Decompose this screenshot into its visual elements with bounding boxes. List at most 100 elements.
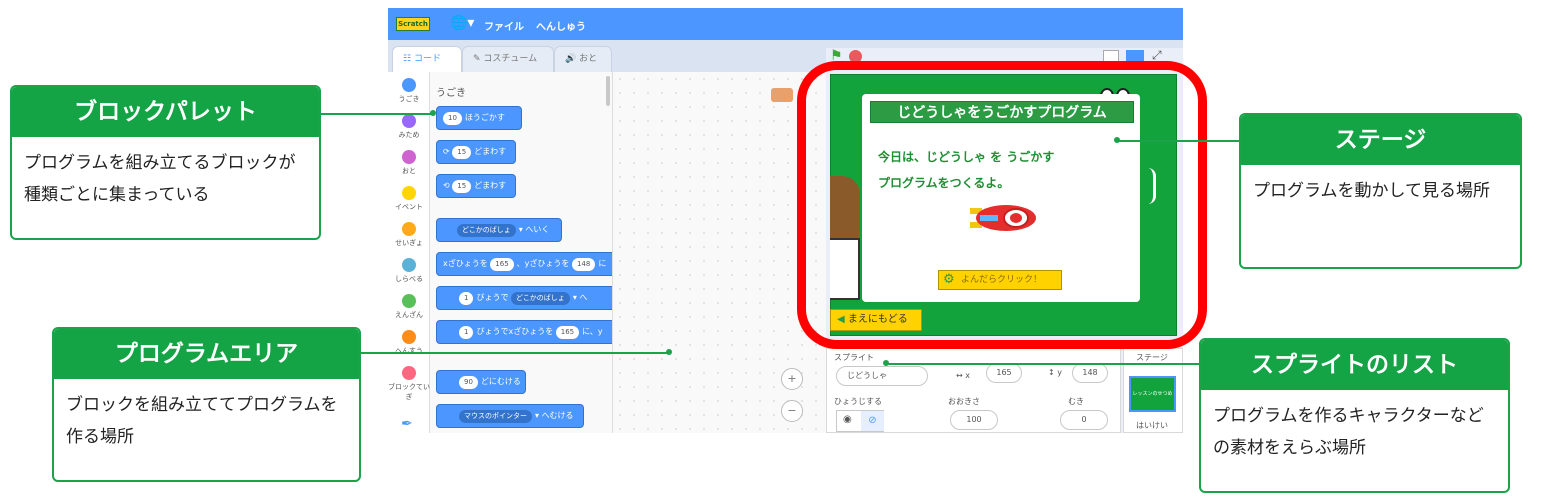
x-input[interactable]: 165: [986, 363, 1022, 383]
category-my-blocks[interactable]: ブロックていぎ: [388, 366, 430, 402]
block-dropdown[interactable]: どこかのばしょ: [457, 224, 516, 237]
sprite-preview-icon: [771, 88, 793, 102]
category-label: おと: [402, 167, 416, 175]
tab-sound[interactable]: 🔊 おと: [554, 46, 612, 72]
zoom-in-icon[interactable]: +: [781, 368, 803, 390]
leader-line-stage: [1118, 140, 1239, 142]
callout-line: プログラムを作るキャラクターなど: [1213, 406, 1484, 426]
block-turn-left[interactable]: ⟲ 15 どまわす: [436, 174, 516, 198]
menu-file[interactable]: ファイル: [484, 18, 524, 33]
category-label: イベント: [395, 203, 423, 211]
block-input[interactable]: 15: [452, 180, 472, 193]
category-menu: うごき みため おと イベント せいぎょ しらべる えんざん へんすう ブロック…: [388, 72, 430, 433]
callout-block-palette: ブロックパレット プログラムを組み立てるブロックが 種類ごとに集まっている: [10, 85, 321, 240]
block-text: へいく: [525, 225, 550, 234]
block-glide-x[interactable]: 1 びょうでxざひょうを 165 に、y: [436, 320, 612, 344]
palette-title: うごき: [436, 88, 466, 99]
x-label: x: [965, 371, 970, 380]
block-input[interactable]: 15: [452, 146, 472, 159]
category-label: みため: [398, 131, 420, 139]
callout-program-area: プログラムエリア ブロックを組み立ててプログラムを 作る場所: [52, 327, 361, 482]
category-label: えんざん: [395, 311, 423, 319]
callout-stage: ステージ プログラムを動かして見る場所: [1239, 113, 1522, 269]
stage-thumbnail[interactable]: レッスンのせつめい: [1129, 376, 1176, 429]
category-control[interactable]: せいぎょ: [388, 222, 430, 248]
callout-title: プログラムエリア: [54, 329, 359, 379]
palette-scrollbar[interactable]: [606, 76, 610, 106]
category-motion[interactable]: うごき: [388, 78, 430, 104]
callout-body: プログラムを動かして見る場所: [1241, 165, 1520, 217]
block-input[interactable]: 90: [459, 376, 478, 389]
direction-input[interactable]: 0: [1060, 410, 1108, 430]
extension-pen-icon[interactable]: ✒: [401, 416, 413, 432]
block-move[interactable]: 10 ほうごかす: [436, 106, 522, 130]
sprite-label: スプライト: [834, 353, 874, 362]
callout-body: プログラムを組み立てるブロックが 種類ごとに集まっている: [12, 137, 319, 221]
menu-edit[interactable]: へんしゅう: [536, 18, 586, 33]
menu-bar: Scratch 🌐▾ ファイル へんしゅう: [388, 8, 1183, 40]
chevron-down-icon: ▾: [572, 293, 577, 302]
category-dot: [402, 78, 416, 92]
category-operators[interactable]: えんざん: [388, 294, 430, 320]
block-goto-xy[interactable]: xざひょうを 165 、yざひょうを 148 に: [436, 252, 612, 276]
category-dot: [402, 366, 416, 380]
sprite-name-input[interactable]: じどうしゃ: [836, 366, 928, 386]
block-text: へむける: [541, 411, 574, 420]
block-dropdown[interactable]: マウスのポインター: [459, 410, 532, 423]
tab-sound-label: おと: [579, 54, 598, 64]
size-label: おおきさ: [948, 397, 980, 406]
category-looks[interactable]: みため: [388, 114, 430, 140]
category-sound[interactable]: おと: [388, 150, 430, 176]
leader-line-sprites: [886, 363, 1199, 365]
block-input[interactable]: 1: [459, 326, 474, 339]
direction-label: むき: [1068, 397, 1084, 406]
block-goto[interactable]: どこかのばしょ ▾ へいく: [436, 218, 562, 242]
block-input[interactable]: 148: [571, 258, 596, 271]
leader-dot: [430, 110, 436, 116]
category-label: せいぎょ: [395, 239, 423, 247]
tab-costume[interactable]: ✎ コスチューム: [462, 46, 554, 72]
block-input[interactable]: 10: [443, 112, 462, 125]
block-input[interactable]: 165: [490, 258, 514, 271]
eye-hide-icon[interactable]: ⊘: [861, 411, 884, 431]
globe-icon[interactable]: 🌐▾: [450, 15, 474, 31]
category-dot: [402, 330, 416, 344]
block-text: ほうごかす: [464, 113, 505, 122]
scratch-logo[interactable]: Scratch: [396, 17, 430, 31]
backdrop-label: はいけい: [1136, 421, 1168, 430]
stage-highlight-ring: [797, 61, 1207, 349]
block-point-direction[interactable]: 90 どにむける: [436, 370, 526, 394]
speaker-icon: 🔊: [565, 54, 577, 64]
callout-body: ブロックを組み立ててプログラムを 作る場所: [54, 379, 359, 463]
block-text: びょうでxざひょうを: [476, 327, 554, 336]
callout-line: の素材をえらぶ場所: [1213, 438, 1366, 458]
leader-dot: [883, 360, 889, 366]
block-point-towards[interactable]: マウスのポインター ▾ へむける: [436, 404, 584, 428]
block-text: びょうで: [476, 293, 509, 302]
category-events[interactable]: イベント: [388, 186, 430, 212]
zoom-out-icon[interactable]: −: [781, 400, 803, 422]
leader-line-program: [361, 352, 669, 354]
tab-code[interactable]: ☷ コード: [392, 46, 462, 72]
callout-body: プログラムを作るキャラクターなど の素材をえらぶ場所: [1201, 390, 1508, 474]
block-text: に: [598, 259, 607, 268]
chevron-down-icon: ▾: [535, 411, 540, 420]
eye-show-icon[interactable]: ◉: [843, 414, 852, 425]
block-dropdown[interactable]: どこかのばしょ: [511, 292, 570, 305]
rotate-right-icon: ⟳: [443, 147, 450, 156]
size-input[interactable]: 100: [950, 410, 998, 430]
block-input[interactable]: 165: [555, 326, 580, 339]
callout-line: ブロックを組み立ててプログラムを: [66, 395, 338, 415]
visibility-toggle[interactable]: ◉ ⊘: [836, 410, 884, 432]
block-text: どにむける: [480, 377, 521, 386]
category-label: しらべる: [395, 275, 423, 283]
block-turn-right[interactable]: ⟳ 15 どまわす: [436, 140, 516, 164]
code-area[interactable]: + −: [613, 72, 826, 433]
callout-line: 種類ごとに集まっている: [24, 185, 210, 205]
block-input[interactable]: 1: [459, 292, 474, 305]
block-text: どまわす: [474, 181, 507, 190]
callout-title: ブロックパレット: [12, 87, 319, 137]
category-sensing[interactable]: しらべる: [388, 258, 430, 284]
block-glide[interactable]: 1 びょうで どこかのばしょ ▾ へ: [436, 286, 612, 310]
y-input[interactable]: 148: [1072, 363, 1108, 383]
